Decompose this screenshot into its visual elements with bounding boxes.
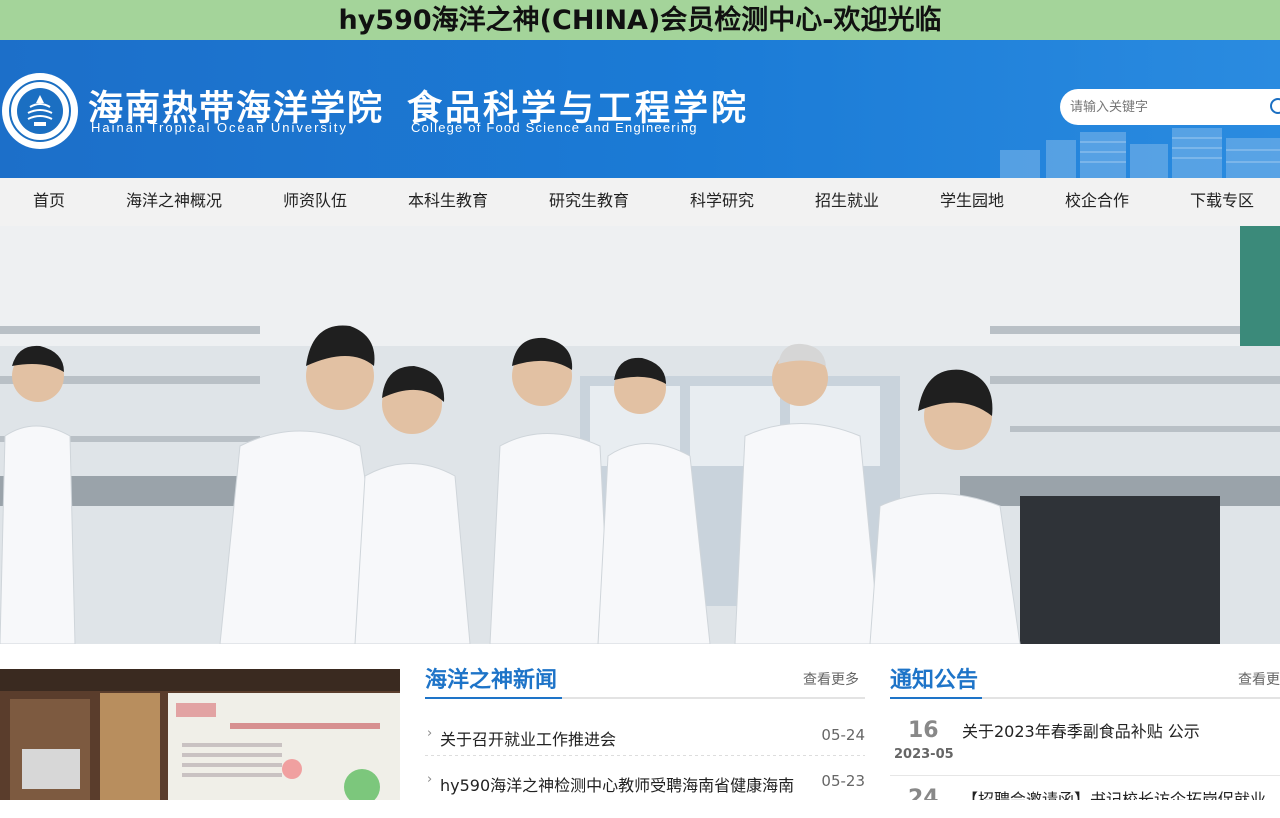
notice-day: 16 <box>908 718 939 743</box>
news-item-date: 05-24 <box>821 726 865 744</box>
nav-item-graduate[interactable]: 研究生教育 <box>549 178 629 226</box>
news-item-title[interactable]: 关于召开就业工作推进会 <box>440 726 810 750</box>
search-icon[interactable] <box>1270 98 1280 114</box>
nav-item-admissions[interactable]: 招生就业 <box>815 178 879 226</box>
news-feature-image[interactable] <box>0 669 400 800</box>
banner-lab-photo <box>0 226 1280 644</box>
news-divider <box>425 697 865 699</box>
seal-emblem-icon <box>27 95 53 126</box>
site-header: 海南热带海洋学院 Hainan Tropical Ocean Universit… <box>0 40 1280 178</box>
notice-list-item[interactable]: 16 2023-05 关于2023年春季副食品补贴 公示 <box>890 716 1280 776</box>
news-item-date: 05-23 <box>821 772 865 790</box>
main-navigation: 首页 海洋之神概况 师资队伍 本科生教育 研究生教育 科学研究 招生就业 学生园… <box>0 178 1280 226</box>
news-section-title[interactable]: 海洋之神新闻 <box>425 662 557 694</box>
search-box <box>1060 89 1280 125</box>
university-seal-logo[interactable] <box>2 73 78 149</box>
search-input[interactable] <box>1070 97 1260 117</box>
nav-item-faculty[interactable]: 师资队伍 <box>283 178 347 226</box>
nav-item-home[interactable]: 首页 <box>33 178 65 226</box>
announcement-title: hy590海洋之神(CHINA)会员检测中心-欢迎光临 <box>338 5 942 36</box>
news-list-item[interactable]: › hy590海洋之神检测中心教师受聘海南省健康海南 05-23 <box>425 772 865 818</box>
nav-item-undergraduate[interactable]: 本科生教育 <box>408 178 488 226</box>
notice-divider <box>890 697 1280 699</box>
nav-item-overview[interactable]: 海洋之神概况 <box>126 178 222 226</box>
news-list-item[interactable]: › 关于召开就业工作推进会 05-24 <box>425 726 865 772</box>
notice-title[interactable]: 关于2023年春季副食品补贴 公示 <box>962 718 1200 742</box>
nav-item-students[interactable]: 学生园地 <box>940 178 1004 226</box>
nav-item-downloads[interactable]: 下载专区 <box>1190 178 1254 226</box>
chevron-right-icon: › <box>427 726 433 741</box>
university-name-en: Hainan Tropical Ocean University <box>91 120 348 135</box>
meeting-photo <box>0 669 400 800</box>
notice-year-month: 2023-05 <box>894 747 954 762</box>
banner-carousel[interactable] <box>0 226 1280 644</box>
notice-section-title[interactable]: 通知公告 <box>890 662 978 694</box>
notice-title[interactable]: 【招聘会邀请函】书记校长访企拓岗促就业 <box>962 786 1266 800</box>
nav-item-cooperation[interactable]: 校企合作 <box>1065 178 1129 226</box>
notice-separator <box>890 775 1280 776</box>
college-name-en: College of Food Science and Engineering <box>411 120 698 135</box>
notice-list-item[interactable]: 24 【招聘会邀请函】书记校长访企拓岗促就业 <box>890 786 1280 800</box>
top-announcement-bar: hy590海洋之神(CHINA)会员检测中心-欢迎光临 <box>0 0 1280 40</box>
chevron-right-icon: › <box>427 772 433 787</box>
notice-day: 24 <box>908 786 939 800</box>
nav-item-research[interactable]: 科学研究 <box>690 178 754 226</box>
news-item-separator <box>425 755 865 756</box>
news-item-title[interactable]: hy590海洋之神检测中心教师受聘海南省健康海南 <box>440 772 810 796</box>
notice-more-link[interactable]: 查看更多 <box>1238 669 1280 689</box>
news-more-link[interactable]: 查看更多 <box>803 669 859 689</box>
